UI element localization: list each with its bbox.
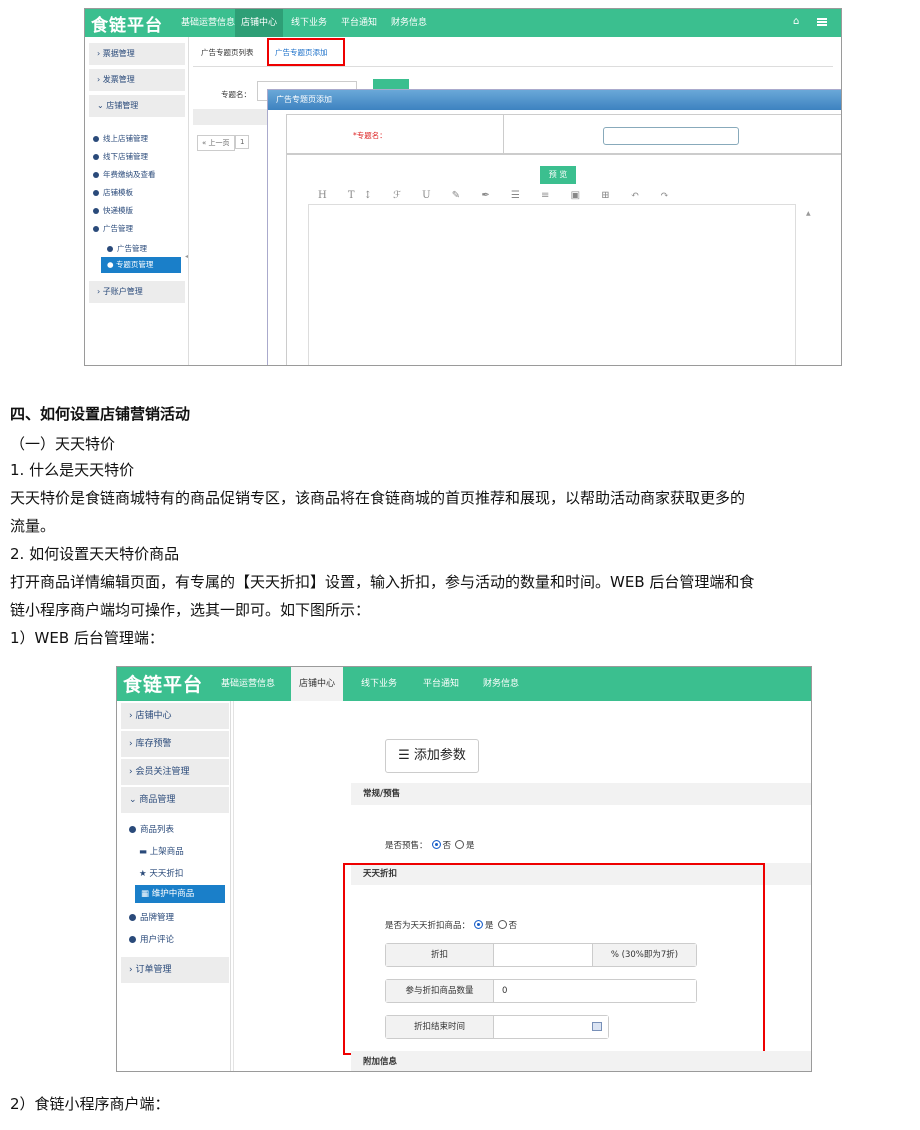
scroll-up-icon[interactable]: ▲	[806, 210, 811, 217]
nav-finance[interactable]: 财务信息	[385, 9, 433, 37]
circle-arrow-icon	[93, 208, 99, 214]
nav-offline[interactable]: 线下业务	[285, 9, 333, 37]
sidebar-item-express-template[interactable]: 快递模版	[93, 205, 133, 216]
sidebar-item-topic-page[interactable]: ● 专题页管理	[101, 257, 181, 273]
circle-arrow-icon	[129, 914, 136, 921]
nav-store-center[interactable]: 店铺中心	[235, 9, 284, 37]
nav-offline[interactable]: 线下业务	[353, 667, 405, 701]
paragraph-1-line-2: 流量。	[10, 517, 56, 535]
cart-icon: ▬	[139, 847, 150, 857]
collapse-handle-icon[interactable]: ◂	[185, 253, 188, 260]
required-topic-label: *专题名：	[353, 131, 387, 140]
menu-icon[interactable]	[817, 18, 827, 26]
question-how-to: 2. 如何设置天天特价商品	[10, 545, 180, 563]
sidebar-item-maintenance[interactable]: ▦ 维护中商品	[135, 885, 225, 903]
home-icon[interactable]: ⌂	[793, 17, 803, 27]
sidebar-section-members[interactable]: › 会员关注管理	[121, 759, 229, 785]
section-heading: 四、如何设置店铺营销活动	[10, 405, 191, 423]
page-number-button[interactable]: 1	[235, 135, 250, 149]
modal-title: 广告专题页添加	[268, 90, 841, 110]
sidebar-item-annual-fee[interactable]: 年费缴纳及查看	[93, 169, 156, 180]
sidebar-item-brands[interactable]: 品牌管理	[129, 911, 174, 923]
presale-row: 是否预售：否是	[385, 840, 475, 851]
presale-yes-radio[interactable]	[455, 840, 465, 849]
calendar-icon: ▦	[141, 889, 152, 899]
presale-no-radio[interactable]	[431, 840, 441, 849]
top-bar: 食链平台 基础运营信息 店铺中心 线下业务 平台通知 财务信息 ⌂	[85, 9, 841, 37]
circle-arrow-icon	[93, 172, 99, 178]
sidebar: › 票据管理 › 发票管理 ⌄ 店铺管理 线上店铺管理 线下店铺管理 年费缴纳及…	[85, 37, 189, 365]
sidebar-item-reviews[interactable]: 用户评论	[129, 933, 174, 945]
band-regular-presale: 常规/预售	[351, 783, 811, 805]
circle-arrow-icon	[93, 226, 99, 232]
paragraph-1-line-1: 天天特价是食链商城特有的商品促销专区，该商品将在食链商城的首页推荐和展现，以帮助…	[10, 489, 746, 507]
screenshot-daily-discount-settings: 食链平台 基础运营信息 店铺中心 线下业务 平台通知 财务信息 › 店铺中心 ›…	[116, 666, 812, 1072]
sidebar-section-subaccount[interactable]: › 子账户管理	[89, 281, 185, 303]
nav-notice[interactable]: 平台通知	[335, 9, 383, 37]
sidebar-item-online-store[interactable]: 线上店铺管理	[93, 133, 148, 144]
paragraph-2-line-2: 链小程序商户端均可操作，选其一即可。如下图所示：	[10, 601, 371, 619]
rich-text-editor[interactable]	[308, 204, 796, 365]
sidebar-section-invoices[interactable]: › 发票管理	[89, 69, 185, 91]
sidebar-section-stock-alert[interactable]: › 库存预警	[121, 731, 229, 757]
subheading-daily-special: （一）天天特价	[10, 435, 116, 453]
sidebar-item-offline-store[interactable]: 线下店铺管理	[93, 151, 148, 162]
topic-name-input[interactable]	[603, 127, 739, 145]
sidebar: › 店铺中心 › 库存预警 › 会员关注管理 ⌄ 商品管理 商品列表 ▬ 上架商…	[117, 701, 231, 1071]
filter-label: 专题名：	[221, 90, 251, 99]
prev-page-button[interactable]: « 上一页	[197, 135, 235, 151]
add-param-button[interactable]: ☰ 添加参数	[385, 739, 479, 773]
sidebar-item-listed[interactable]: ▬ 上架商品	[139, 845, 184, 857]
star-icon: ★	[139, 869, 150, 879]
circle-arrow-icon	[93, 190, 99, 196]
paragraph-2-line-1: 打开商品详情编辑页面，有专属的【天天折扣】设置，输入折扣，参与活动的数量和时间。…	[10, 573, 755, 591]
circle-arrow-icon	[93, 136, 99, 142]
tab-topic-list[interactable]: 广告专题页列表	[201, 47, 254, 58]
sidebar-section-store[interactable]: ⌄ 店铺管理	[89, 95, 185, 117]
preview-button[interactable]: 预 览	[540, 166, 576, 184]
circle-arrow-icon	[93, 154, 99, 160]
highlight-box	[267, 38, 345, 66]
sidebar-item-ad-manage[interactable]: 广告管理	[107, 243, 147, 254]
highlight-box	[343, 863, 765, 1055]
editor-toolbar[interactable]: H T↕ ℱ U ✎ ✒ ☰ ≡ ▣ ⊞ ↶ ↷	[318, 190, 678, 201]
sidebar-item-ads[interactable]: 广告管理	[93, 223, 133, 234]
circle-arrow-icon	[129, 936, 136, 943]
sidebar-item-product-list[interactable]: 商品列表	[129, 823, 174, 835]
top-bar: 食链平台 基础运营信息 店铺中心 线下业务 平台通知 财务信息	[117, 667, 811, 701]
sidebar-item-daily-discount[interactable]: ★ 天天折扣	[139, 867, 183, 879]
platform-logo: 食链平台	[123, 674, 204, 696]
add-topic-modal: 广告专题页添加 *专题名： 预 览 H T↕ ℱ U ✎ ✒ ☰ ≡ ▣ ⊞ ↶…	[267, 89, 841, 365]
sidebar-item-store-template[interactable]: 店铺模板	[93, 187, 133, 198]
web-admin-label: 1）WEB 后台管理端：	[10, 629, 164, 647]
nav-notice[interactable]: 平台通知	[415, 667, 467, 701]
table-header	[193, 109, 273, 125]
circle-arrow-icon	[107, 246, 113, 252]
nav-basic-ops[interactable]: 基础运营信息	[213, 667, 283, 701]
band-extra-info: 附加信息	[351, 1051, 811, 1071]
platform-logo: 食链平台	[91, 16, 163, 36]
nav-basic-ops[interactable]: 基础运营信息	[175, 9, 241, 37]
mini-program-label: 2）食链小程序商户端：	[10, 1095, 170, 1113]
sidebar-section-orders[interactable]: › 订单管理	[121, 957, 229, 983]
question-what-is: 1. 什么是天天特价	[10, 461, 135, 479]
circle-arrow-icon	[129, 826, 136, 833]
screenshot-ad-topic-page: 食链平台 基础运营信息 店铺中心 线下业务 平台通知 财务信息 ⌂ › 票据管理…	[84, 8, 842, 366]
nav-store-center[interactable]: 店铺中心	[291, 667, 344, 701]
sidebar-section-store-center[interactable]: › 店铺中心	[121, 703, 229, 729]
sidebar-section-bills[interactable]: › 票据管理	[89, 43, 185, 65]
nav-finance[interactable]: 财务信息	[475, 667, 527, 701]
topic-form-row: *专题名：	[286, 114, 841, 155]
sidebar-section-products[interactable]: ⌄ 商品管理	[121, 787, 229, 813]
